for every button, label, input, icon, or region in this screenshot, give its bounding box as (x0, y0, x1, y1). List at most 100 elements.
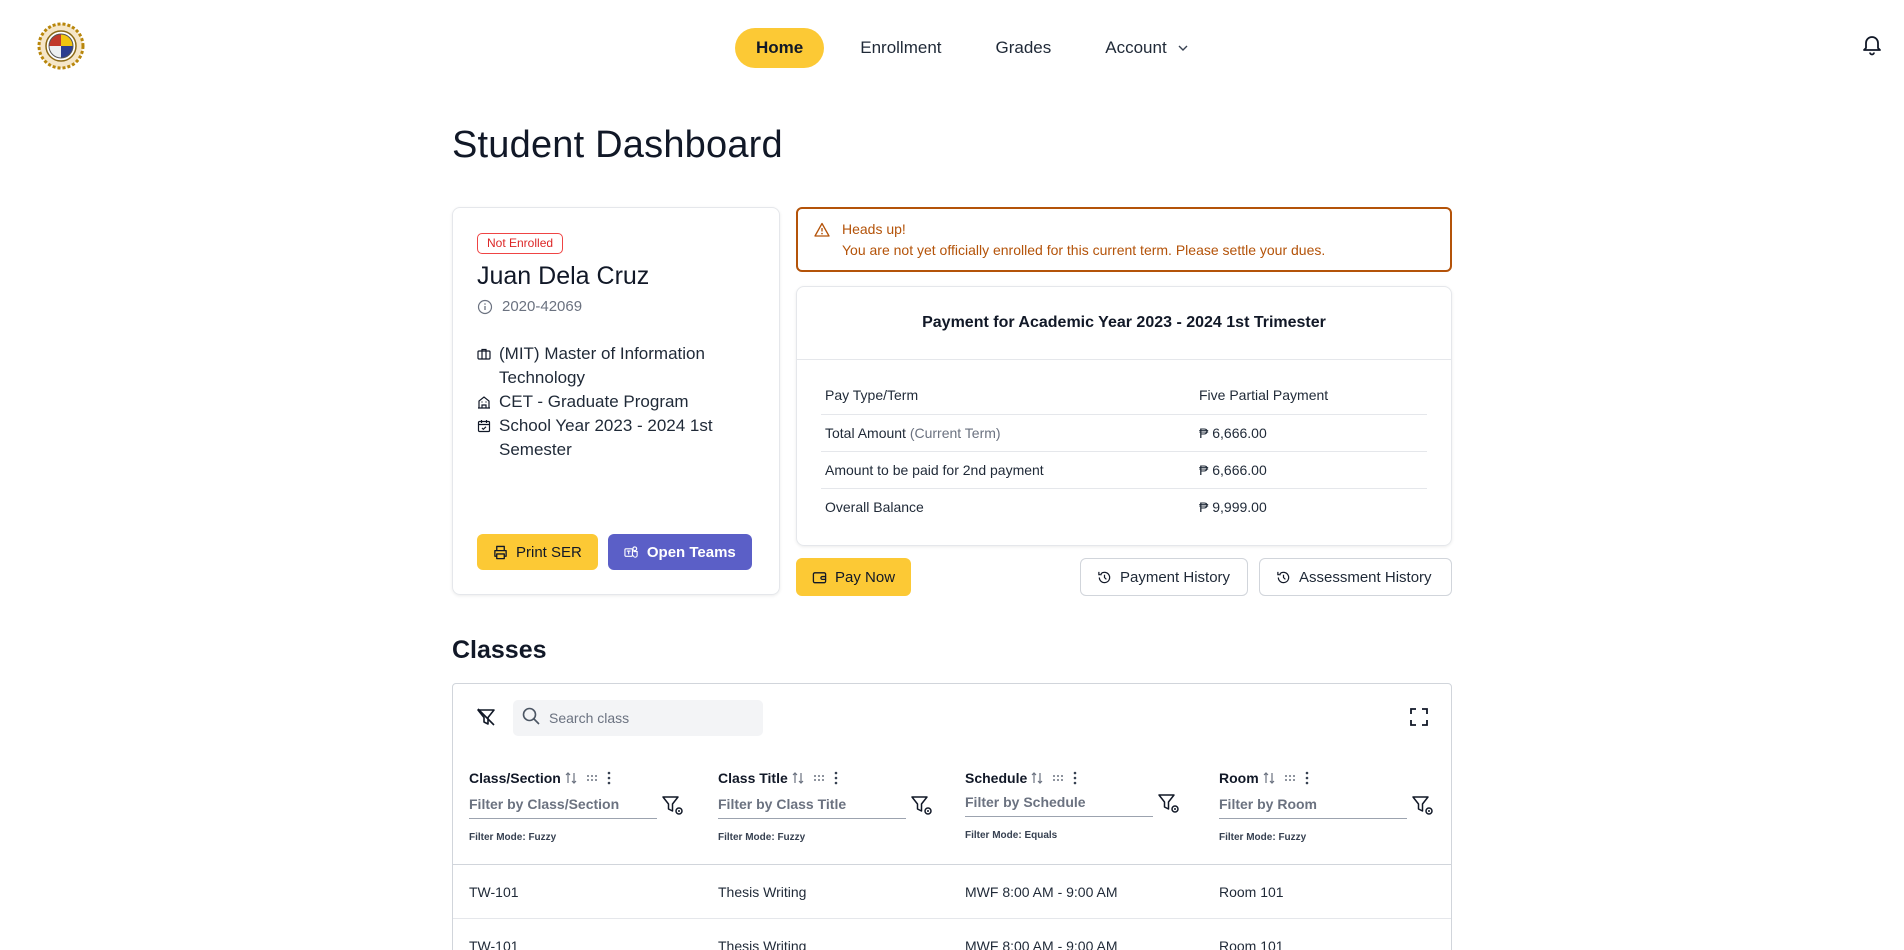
student-info-list: (MIT) Master of Information Technology C… (477, 342, 767, 462)
briefcase-icon (477, 342, 499, 361)
column-header[interactable]: Class Title (718, 768, 839, 788)
column-header[interactable]: Class/Section (469, 768, 612, 788)
student-id-row: 2020-42069 (477, 298, 582, 315)
payment-row: Pay Type/Term Five Partial Payment (821, 377, 1427, 415)
payment-row: Overall Balance ₱ 9,999.00 (821, 488, 1427, 525)
cell-room: Room 101 (1219, 884, 1284, 900)
column-class-section: Class/Section Filter Mode: Fuzzy (469, 768, 683, 843)
payment-value: ₱ 9,999.00 (1199, 498, 1267, 515)
filter-room-input[interactable] (1219, 794, 1407, 819)
profile-actions: Print SER Open Teams (477, 534, 752, 570)
payment-row: Amount to be paid for 2nd payment ₱ 6,66… (821, 451, 1427, 489)
classes-title: Classes (452, 636, 547, 664)
sort-icon[interactable] (564, 771, 578, 785)
filter-settings-icon[interactable] (1411, 794, 1435, 818)
filter-schedule-input[interactable] (965, 792, 1153, 817)
filter-settings-icon[interactable] (1157, 792, 1181, 816)
payment-label: Total Amount (Current Term) (821, 414, 1199, 452)
search-class-box[interactable] (513, 700, 763, 736)
grip-icon[interactable] (813, 773, 825, 783)
payment-label-text: Pay Type/Term (825, 387, 919, 404)
payment-title: Payment for Academic Year 2023 - 2024 1s… (797, 287, 1451, 360)
more-vertical-icon[interactable] (833, 770, 839, 786)
nav-grades[interactable]: Grades (978, 28, 1070, 68)
sort-icon[interactable] (1030, 771, 1044, 785)
sort-icon[interactable] (791, 771, 805, 785)
open-teams-button[interactable]: Open Teams (607, 534, 752, 570)
payment-label: Amount to be paid for 2nd payment (821, 451, 1199, 489)
payment-label: Overall Balance (821, 488, 1199, 525)
teams-icon (624, 545, 639, 560)
column-header-label: Room (1219, 770, 1259, 786)
filter-mode-label: Filter Mode: Fuzzy (469, 832, 557, 843)
cell-class-title: Thesis Writing (718, 884, 807, 900)
search-icon (521, 706, 541, 731)
classes-table-card: Class/Section Filter Mode: Fuzzy Class T… (452, 683, 1452, 950)
payment-label: Pay Type/Term (821, 377, 1199, 415)
status-badge: Not Enrolled (477, 233, 564, 254)
nav-account[interactable]: Account (1087, 28, 1206, 68)
column-header[interactable]: Schedule (965, 768, 1078, 788)
alert-message: You are not yet officially enrolled for … (842, 242, 1326, 258)
filter-class-title-input[interactable] (718, 794, 906, 819)
filter-class-section-input[interactable] (469, 794, 657, 819)
filter-mode-label: Filter Mode: Fuzzy (1219, 832, 1307, 843)
nav-home[interactable]: Home (735, 28, 825, 68)
college-row: CET - Graduate Program (477, 390, 767, 414)
column-header[interactable]: Room (1219, 768, 1310, 788)
search-class-input[interactable] (549, 710, 749, 726)
payment-label-text: Total Amount (825, 424, 906, 441)
history-icon (1097, 570, 1112, 585)
table-row[interactable]: TW-101 Thesis Writing MWF 8:00 AM - 9:00… (453, 865, 1451, 919)
payment-card: Payment for Academic Year 2023 - 2024 1s… (796, 286, 1452, 546)
bell-icon[interactable] (1860, 32, 1884, 56)
cell-class-section: TW-101 (469, 884, 519, 900)
main-nav: Home Enrollment Grades Account (735, 28, 1207, 68)
pay-now-button[interactable]: Pay Now (796, 558, 912, 596)
print-ser-button[interactable]: Print SER (477, 534, 598, 570)
payment-actions: Pay Now Payment History Assessment Histo… (796, 558, 1452, 596)
sort-icon[interactable] (1262, 771, 1276, 785)
cell-room: Room 101 (1219, 938, 1284, 950)
assessment-history-label: Assessment History (1299, 568, 1432, 586)
filter-mode-label: Filter Mode: Equals (965, 830, 1058, 841)
column-class-title: Class Title Filter Mode: Fuzzy (718, 768, 932, 843)
column-filter (718, 794, 934, 819)
top-navbar: Home Enrollment Grades Account (0, 0, 1904, 94)
program-text: (MIT) Master of Information Technology (499, 344, 705, 387)
assessment-history-button[interactable]: Assessment History (1259, 558, 1452, 596)
more-vertical-icon[interactable] (1304, 770, 1310, 786)
cell-class-section: TW-101 (469, 938, 519, 950)
wallet-icon (812, 570, 827, 585)
more-vertical-icon[interactable] (1072, 770, 1078, 786)
fullscreen-icon[interactable] (1408, 706, 1430, 733)
filter-mode-label: Filter Mode: Fuzzy (718, 832, 806, 843)
cell-schedule: MWF 8:00 AM - 9:00 AM (965, 884, 1118, 900)
page-title: Student Dashboard (452, 124, 783, 166)
payment-history-button[interactable]: Payment History (1080, 558, 1248, 596)
program-row: (MIT) Master of Information Technology (477, 342, 767, 390)
filter-settings-icon[interactable] (661, 794, 685, 818)
info-icon (477, 299, 493, 315)
payment-history-label: Payment History (1120, 568, 1231, 586)
school-year-text: School Year 2023 - 2024 1st Semester (499, 416, 713, 459)
open-teams-label: Open Teams (646, 543, 736, 561)
grip-icon[interactable] (1284, 773, 1296, 783)
cell-class-title: Thesis Writing (718, 938, 807, 950)
payment-label-text: Amount to be paid for 2nd payment (825, 461, 1044, 478)
column-header-label: Schedule (965, 770, 1028, 786)
nav-enrollment[interactable]: Enrollment (842, 28, 959, 68)
more-vertical-icon[interactable] (606, 770, 612, 786)
enrollment-alert: Heads up! You are not yet officially enr… (796, 207, 1452, 272)
table-row[interactable]: TW-101 Thesis Writing MWF 8:00 AM - 9:00… (453, 919, 1451, 950)
pay-now-label: Pay Now (835, 568, 896, 586)
filter-off-icon[interactable] (475, 706, 497, 733)
column-room: Room Filter Mode: Fuzzy (1219, 768, 1433, 843)
warning-icon (814, 222, 830, 243)
school-logo[interactable] (37, 22, 85, 70)
column-schedule: Schedule Filter Mode: Equals (965, 768, 1179, 841)
filter-settings-icon[interactable] (910, 794, 934, 818)
print-ser-label: Print SER (516, 543, 582, 561)
grip-icon[interactable] (1052, 773, 1064, 783)
grip-icon[interactable] (586, 773, 598, 783)
